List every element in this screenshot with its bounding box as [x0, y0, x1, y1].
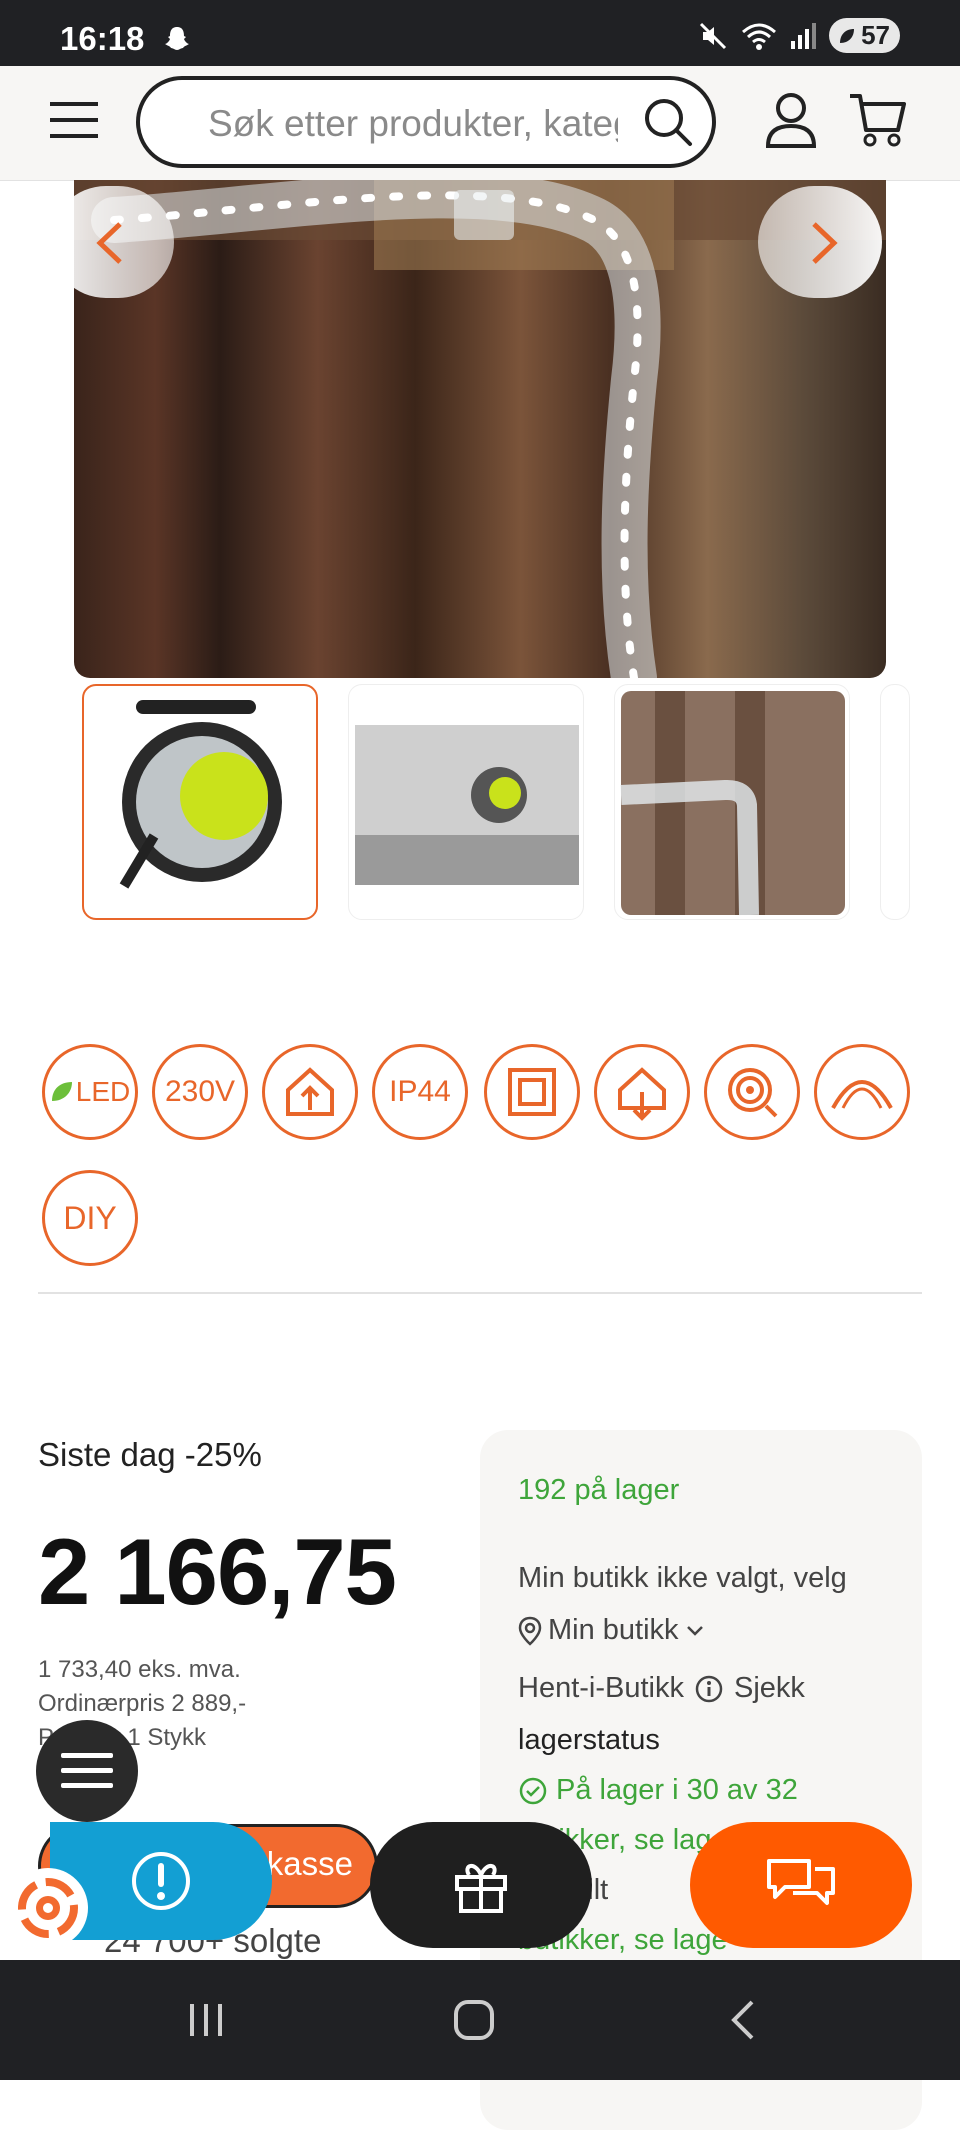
- double-insulated-badge: [484, 1044, 580, 1140]
- campaign-label: Siste dag -25%: [38, 1436, 262, 1473]
- led-badge-label: LED: [75, 1076, 131, 1107]
- store-selector[interactable]: Min butikk: [518, 1614, 705, 1647]
- thumbnail-1[interactable]: [82, 684, 318, 920]
- ip44-badge-label: IP44: [389, 1075, 451, 1108]
- recycle-icon: [18, 1878, 78, 1938]
- diy-badge: DIY: [42, 1170, 138, 1266]
- system-nav-bar: [0, 1960, 960, 2080]
- price-block: Siste dag -25% 2 166,75 1 733,40 eks. mv…: [38, 1436, 458, 1752]
- menu-icon[interactable]: [50, 98, 98, 142]
- store-prompt: Min butikk ikke valgt, velg: [518, 1562, 847, 1594]
- mute-icon: [700, 22, 727, 49]
- house-down-icon: [618, 1067, 666, 1121]
- status-icons: 57: [697, 18, 900, 53]
- account-icon[interactable]: [764, 90, 818, 150]
- gallery-prev-button[interactable]: [50, 186, 174, 298]
- thumbnail-4[interactable]: [880, 684, 910, 920]
- flexible-badge: [814, 1044, 910, 1140]
- chevron-down-icon: [686, 1625, 703, 1636]
- search-icon[interactable]: [642, 96, 694, 148]
- wifi-icon: [742, 23, 777, 50]
- home-icon[interactable]: [452, 1998, 496, 2042]
- voltage-badge: 230V: [152, 1044, 248, 1140]
- ip44-badge: IP44: [372, 1044, 468, 1140]
- spiral-plug-icon: [728, 1068, 778, 1118]
- arc-icon: [831, 1080, 893, 1109]
- leaf-icon: [840, 28, 855, 43]
- diy-badge-label: DIY: [63, 1199, 117, 1236]
- leaf-icon: [51, 1082, 72, 1101]
- recent-apps-icon[interactable]: [186, 2000, 226, 2040]
- chat-icon: [767, 1859, 835, 1905]
- battery-level: 57: [861, 20, 890, 50]
- thumbnail-3[interactable]: [614, 684, 850, 920]
- rope-light-thumb-image: [620, 691, 845, 916]
- status-time: 16:18: [60, 20, 145, 57]
- alert-icon: [132, 1852, 190, 1910]
- gift-icon: [455, 1864, 507, 1913]
- status-bar: 16:18 57: [0, 0, 960, 66]
- price-ex-vat: 1 733,40 eks. mva.: [38, 1656, 241, 1683]
- pickup-row: Hent-i-Butikk Sjekk: [518, 1672, 805, 1705]
- in-stock-stores: På lager i 30 av 32: [556, 1774, 798, 1806]
- led-badge: LED: [42, 1044, 138, 1140]
- back-icon[interactable]: [728, 1998, 758, 2042]
- chevron-right-icon: [812, 222, 838, 264]
- reel-on-floor-image: [355, 725, 579, 885]
- gallery-next-button[interactable]: [758, 186, 882, 298]
- cart-icon[interactable]: [848, 90, 908, 150]
- cable-reel-badge: [704, 1044, 800, 1140]
- snapchat-icon: [165, 27, 189, 50]
- check-circle-icon: [519, 1777, 547, 1804]
- in-stock-row: På lager i 30 av 32: [518, 1774, 798, 1807]
- chat-button[interactable]: [690, 1822, 912, 1948]
- header: [0, 66, 960, 181]
- cable-reel-image: [119, 700, 282, 889]
- recycle-badge[interactable]: [8, 1868, 88, 1948]
- thumbnail-2[interactable]: [348, 684, 584, 920]
- chevron-left-icon: [96, 222, 122, 264]
- menu-icon: [61, 1753, 113, 1788]
- outdoor-badge: [594, 1044, 690, 1140]
- online-stock: 192 på lager: [518, 1474, 680, 1506]
- search-box[interactable]: [136, 76, 716, 168]
- check-stock-label[interactable]: Sjekk: [734, 1672, 805, 1705]
- house-arrow-icon: [286, 1067, 334, 1116]
- gift-button[interactable]: [370, 1822, 592, 1948]
- check-stock-label-2[interactable]: lagerstatus: [518, 1724, 660, 1757]
- search-input[interactable]: [206, 98, 620, 150]
- pickup-label: Hent-i-Butikk: [518, 1672, 684, 1704]
- voltage-badge-label: 230V: [164, 1075, 236, 1108]
- section-divider: [38, 1292, 922, 1294]
- indoor-badge: [262, 1044, 358, 1140]
- ordinary-price: Ordinærpris 2 889,-: [38, 1690, 247, 1717]
- floating-menu-button[interactable]: [36, 1720, 138, 1822]
- double-square-icon: [508, 1068, 556, 1116]
- signal-icon: [791, 22, 817, 49]
- info-icon[interactable]: [694, 1674, 724, 1704]
- store-link: Min butikk: [548, 1614, 679, 1646]
- price-amount: 2 166,75: [38, 1519, 397, 1624]
- battery-indicator: 57: [829, 18, 900, 53]
- location-pin-icon: [518, 1616, 542, 1646]
